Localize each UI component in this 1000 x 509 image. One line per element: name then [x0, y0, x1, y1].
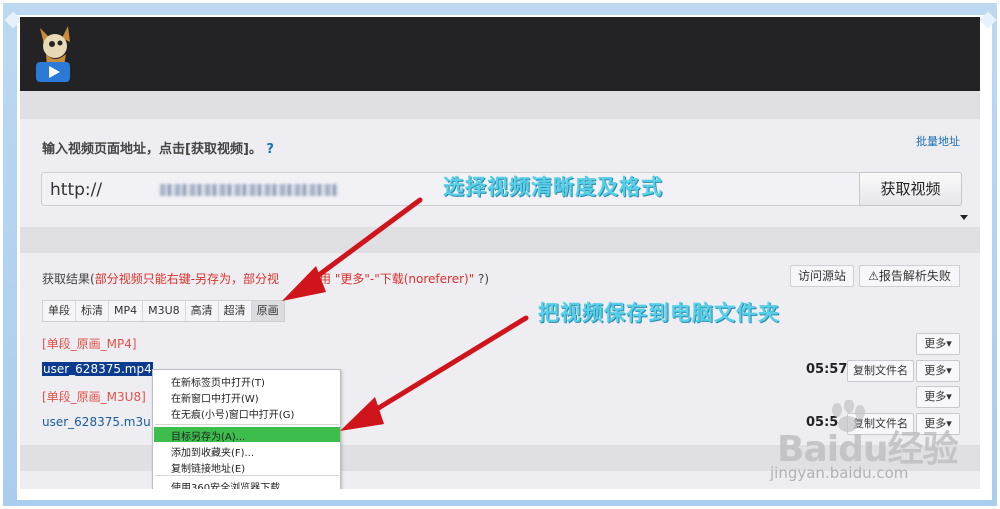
section-title: [单段_原画_M3U8] — [42, 390, 146, 404]
menu-item-download-360[interactable]: 使用360安全浏览器下载 — [171, 479, 280, 489]
tab-mp4[interactable]: MP4 — [109, 301, 144, 321]
more-button[interactable]: 更多▾ — [916, 333, 960, 355]
section-title: [单段_原画_MP4] — [42, 337, 137, 351]
visit-source-button[interactable]: 访问源站 — [790, 265, 854, 287]
section-divider — [20, 91, 980, 119]
file-link[interactable]: user_628375.mp4 — [42, 362, 153, 376]
menu-separator — [155, 424, 339, 425]
menu-separator — [155, 475, 339, 476]
menu-item-save-as[interactable]: 目标另存为(A)... — [171, 428, 245, 443]
file-link[interactable]: user_628375.m3u — [42, 415, 151, 429]
report-failure-button[interactable]: ⚠报告解析失败 — [859, 265, 960, 287]
context-menu: 在新标签页中打开(T) 在新窗口中打开(W) 在无痕(小号)窗口中打开(G) 目… — [152, 369, 341, 489]
get-video-button[interactable]: 获取视频 — [859, 172, 962, 206]
more-button[interactable]: 更多▾ — [916, 360, 960, 382]
blurred-url — [160, 184, 338, 196]
copy-filename-button[interactable]: 复制文件名 — [847, 360, 914, 382]
result-note-tail: 用 "更多"-"下载(noreferer)" — [319, 272, 475, 286]
format-tabs: 单段 标清 MP4 M3U8 高清 超清 原画 — [42, 300, 285, 322]
tab-super-hd[interactable]: 超清 — [219, 301, 252, 321]
menu-item-open-new-tab[interactable]: 在新标签页中打开(T) — [171, 374, 265, 389]
tab-original[interactable]: 原画 — [251, 301, 284, 321]
result-label: 获取结果( — [42, 272, 95, 286]
url-input-value: http:// — [50, 180, 103, 200]
tab-hd[interactable]: 高清 — [186, 301, 219, 321]
result-note-end: ?) — [478, 272, 490, 286]
annotation-save-to-folder: 把视频保存到电脑文件夹 — [538, 301, 780, 325]
help-link[interactable]: ? — [266, 142, 274, 157]
section-divider — [20, 227, 980, 253]
site-logo-icon[interactable] — [32, 24, 78, 84]
annotation-select-quality: 选择视频清晰度及格式 — [443, 175, 663, 199]
input-label: 输入视频页面地址，点击[获取视频]。 ? — [42, 138, 274, 157]
file-duration: 05:57 — [806, 362, 848, 377]
menu-item-copy-link[interactable]: 复制链接地址(E) — [171, 460, 245, 475]
menu-item-open-new-window[interactable]: 在新窗口中打开(W) — [171, 390, 259, 405]
site-header — [20, 17, 980, 91]
menu-item-add-favorite[interactable]: 添加到收藏夹(F)... — [171, 444, 254, 459]
tab-single[interactable]: 单段 — [43, 301, 76, 321]
warning-icon: ⚠ — [868, 269, 879, 283]
tab-m3u8[interactable]: M3U8 — [143, 301, 186, 321]
input-label-text: 输入视频页面地址，点击[获取视频]。 — [42, 142, 262, 157]
watermark-url: jingyan.baidu.com — [770, 464, 909, 482]
report-failure-label: 报告解析失败 — [878, 269, 951, 283]
tab-sd[interactable]: 标清 — [76, 301, 109, 321]
result-header: 获取结果(部分视频只能右键-另存为，部分视 用 "更多"-"下载(norefere… — [42, 270, 489, 287]
dropdown-arrow-icon[interactable] — [960, 215, 968, 220]
result-note: 部分视频只能右键-另存为，部分视 — [94, 272, 280, 286]
menu-item-open-incognito[interactable]: 在无痕(小号)窗口中打开(G) — [171, 406, 294, 421]
batch-address-link[interactable]: 批量地址 — [916, 133, 960, 149]
